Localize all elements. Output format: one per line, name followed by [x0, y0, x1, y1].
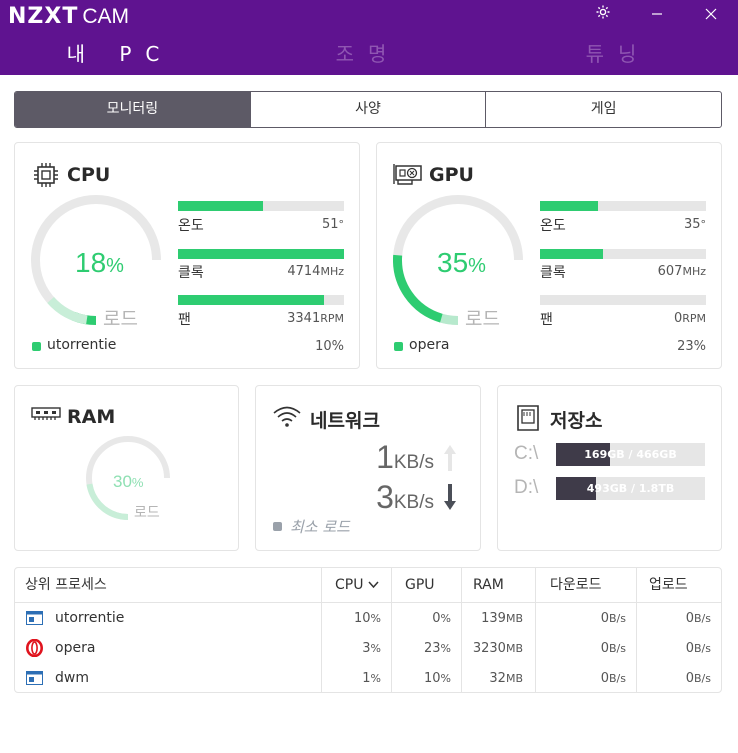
download-arrow-icon: [443, 482, 457, 516]
close-icon[interactable]: [696, 4, 726, 28]
gpu-process-dot: [394, 342, 403, 351]
wifi-icon: [272, 404, 302, 432]
cpu-top-process: utorrentie: [47, 337, 117, 353]
segment-monitoring[interactable]: 모니터링: [15, 92, 250, 127]
gauge-fill: [47, 296, 88, 325]
ram-stick-icon: [31, 406, 61, 426]
segment-games[interactable]: 게임: [485, 92, 721, 127]
opera-icon: [26, 638, 43, 661]
storage-title: 저장소: [550, 410, 603, 432]
gpu-top-process: opera: [409, 337, 450, 353]
gpu-card[interactable]: GPU 35% 로드 온도 35° 클록 607MHz 팬 0RPM opera…: [376, 142, 722, 369]
view-segmented-control: 모니터링 사양 게임: [14, 91, 722, 128]
ram-load-percent: 30%: [113, 472, 144, 491]
network-load-label: 최소 로드: [290, 518, 350, 536]
gpu-load-percent: 35%: [437, 247, 486, 278]
table-header-ram[interactable]: RAM: [473, 568, 504, 602]
gpu-top-process-pct: 23%: [677, 339, 706, 354]
gpu-load-label: 로드: [465, 308, 500, 330]
minimize-icon[interactable]: [642, 4, 672, 28]
network-title: 네트워크: [310, 410, 380, 432]
tab-my-pc[interactable]: 내 PC: [60, 38, 180, 68]
logo-brand: NZXT: [8, 4, 79, 29]
upload-arrow-icon: [443, 443, 457, 477]
title-bar: NZXT CAM 내 PC 조명 튜닝: [0, 0, 738, 75]
ram-title: RAM: [67, 406, 116, 428]
settings-gear-icon[interactable]: [588, 4, 618, 28]
network-card[interactable]: 네트워크 1KB/s 3KB/s 최소 로드: [255, 385, 481, 551]
table-header-cpu[interactable]: CPU: [335, 568, 379, 602]
ram-card[interactable]: RAM 30% 로드: [14, 385, 239, 551]
cpu-process-dot: [32, 342, 41, 351]
cpu-load-percent: 18%: [75, 247, 124, 278]
cpu-load-label: 로드: [103, 308, 138, 330]
tab-tuning[interactable]: 튜닝: [558, 38, 678, 68]
network-download-rate: 3KB/s: [376, 479, 434, 515]
cpu-chip-icon: [33, 162, 59, 192]
top-processes-table: 상위 프로세스 CPU GPU RAM 다운로드 업로드 utorrentie …: [14, 567, 722, 693]
storage-card[interactable]: 저장소 C:\ 169GB / 466GB D:\ 493GB / 1.8TB: [497, 385, 722, 551]
app-window-icon: [26, 670, 43, 689]
storage-drive-icon: [516, 404, 540, 436]
tab-lighting[interactable]: 조명: [308, 38, 428, 68]
cpu-card[interactable]: CPU 18% 로드 온도 51° 클록 4714MHz 팬 3341RPM u…: [14, 142, 360, 369]
logo-product: CAM: [82, 5, 130, 28]
sort-chevron-down-icon: [368, 577, 379, 593]
gauge-fill: [393, 254, 443, 323]
ram-load-label: 로드: [134, 505, 160, 521]
segment-specs[interactable]: 사양: [249, 92, 486, 127]
app-window-icon: [26, 610, 43, 629]
cpu-title: CPU: [67, 164, 111, 186]
table-header-gpu[interactable]: GPU: [405, 568, 435, 602]
table-header-process: 상위 프로세스: [25, 577, 107, 593]
table-header-download[interactable]: 다운로드: [550, 568, 602, 602]
gpu-card-icon: [393, 163, 423, 191]
network-load-dot: [273, 522, 282, 531]
app-logo: NZXT CAM: [8, 4, 129, 29]
gpu-title: GPU: [429, 164, 474, 186]
network-upload-rate: 1KB/s: [376, 439, 434, 475]
cpu-top-process-pct: 10%: [315, 339, 344, 354]
table-header-upload[interactable]: 업로드: [649, 568, 688, 602]
